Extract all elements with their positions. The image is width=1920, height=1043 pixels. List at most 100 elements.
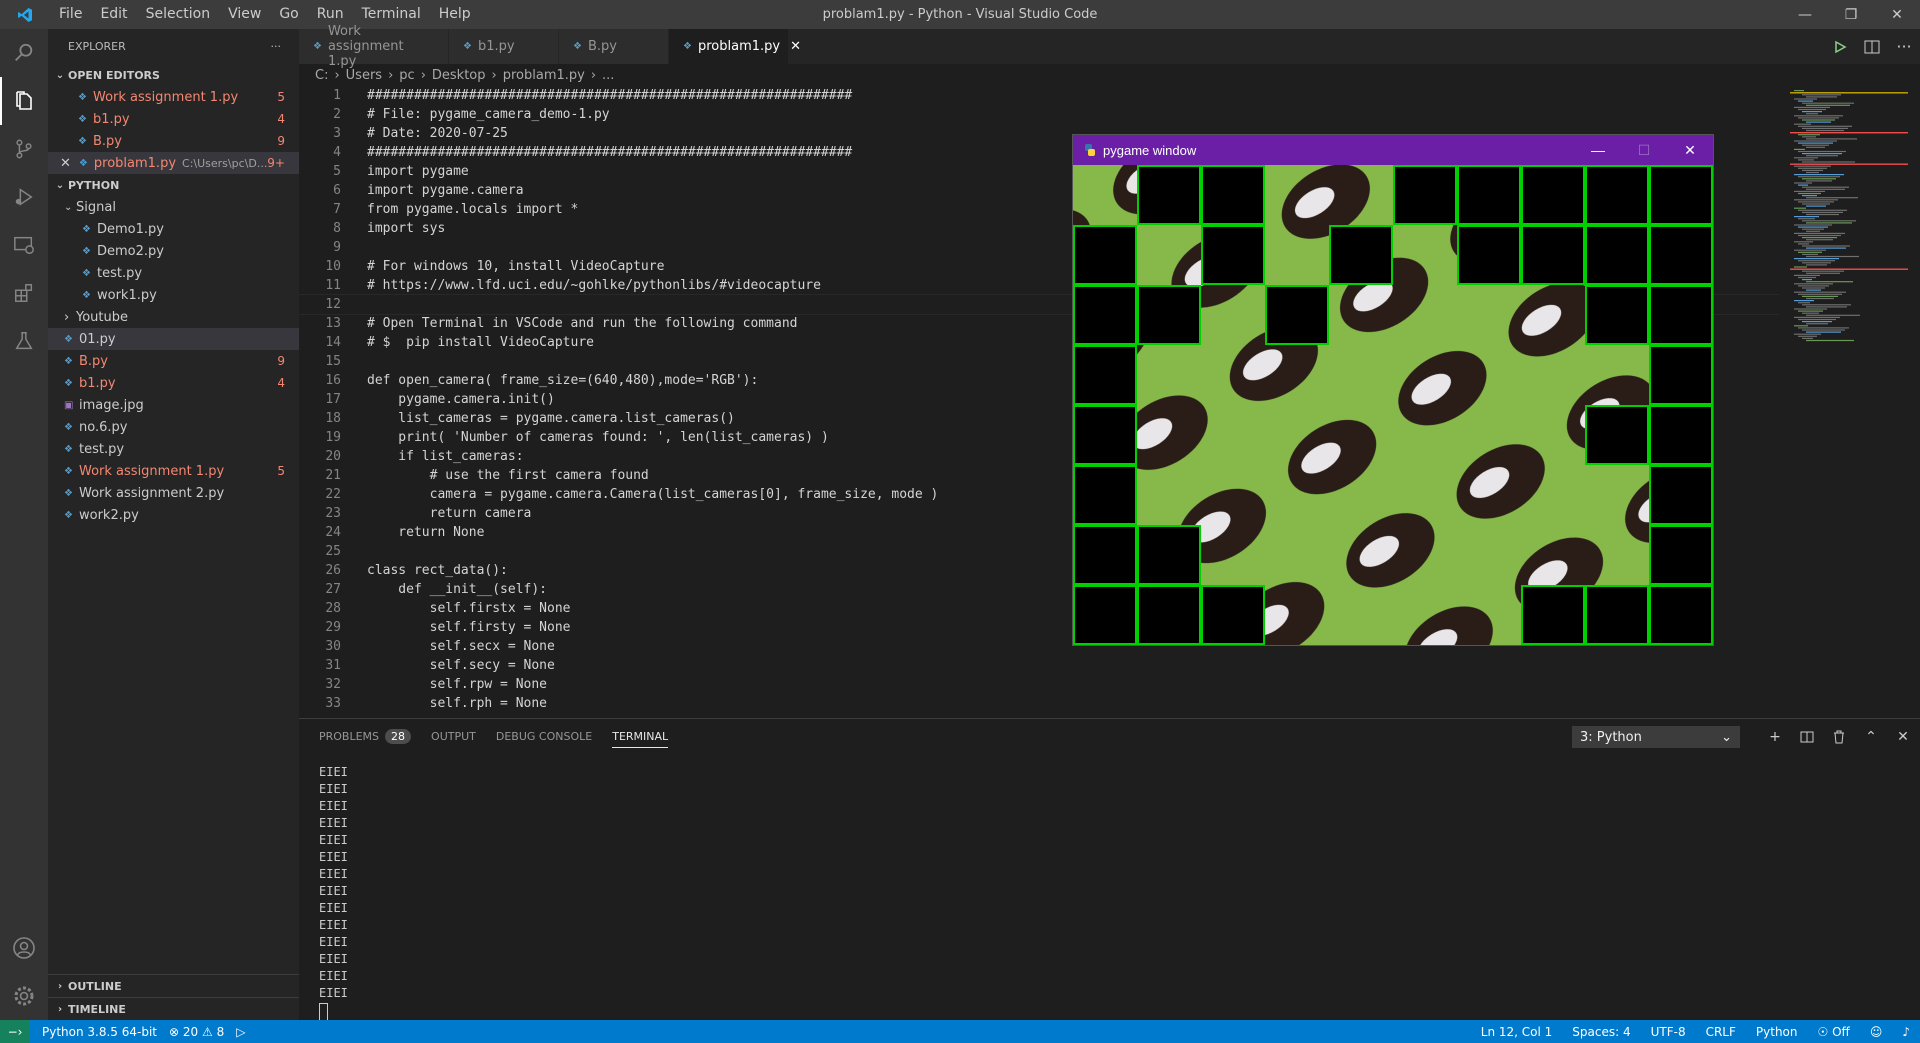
open-editor-item[interactable]: ❖ Work assignment 1.py 5 <box>48 86 299 108</box>
python-interpreter[interactable]: Python 3.8.5 64-bit <box>42 1025 157 1039</box>
breadcrumb-item[interactable]: Users <box>346 68 382 83</box>
testing-flask-icon[interactable] <box>0 317 48 365</box>
pygame-maximize-button[interactable]: ☐ <box>1621 135 1667 165</box>
editor-more-actions-icon[interactable]: ··· <box>1888 37 1920 56</box>
python-folder-header[interactable]: ⌄ PYTHON <box>48 174 299 196</box>
close-window-button[interactable]: ✕ <box>1874 0 1920 29</box>
editor-tab[interactable]: ❖ b1.py <box>449 29 559 64</box>
file-item[interactable]: ❖ work1.py <box>48 284 299 306</box>
terminal-select[interactable]: 3: Python ⌄ <box>1572 726 1740 748</box>
close-icon[interactable]: ✕ <box>60 156 71 171</box>
menu-edit[interactable]: Edit <box>91 0 136 29</box>
search-icon[interactable] <box>0 29 48 77</box>
more-actions-icon[interactable]: ··· <box>271 40 282 53</box>
terminal-output[interactable]: EIEI EIEI EIEI EIEI EIEI EIEI EIEI EIEI EIEI EIEI… <box>319 764 348 1022</box>
close-panel-icon[interactable]: ✕ <box>1887 726 1919 748</box>
code-text: return camera <box>367 506 532 521</box>
menu-file[interactable]: File <box>50 0 91 29</box>
open-editor-item[interactable]: ❖ B.py 9 <box>48 130 299 152</box>
panel-tab-output[interactable]: OUTPUT <box>431 719 476 754</box>
run-status-icon[interactable]: ▷ <box>236 1025 245 1039</box>
code-text: self.rph = None <box>367 696 548 711</box>
settings-gear-icon[interactable] <box>0 972 48 1020</box>
source-control-icon[interactable] <box>0 125 48 173</box>
minimap-line <box>1806 339 1854 342</box>
minimize-window-button[interactable]: — <box>1782 0 1828 29</box>
breadcrumb-item[interactable]: pc <box>399 68 414 83</box>
breadcrumb-item[interactable]: Desktop <box>432 68 486 83</box>
file-name: Work assignment 1.py <box>79 463 225 479</box>
menu-selection[interactable]: Selection <box>137 0 220 29</box>
file-item[interactable]: ❖ B.py 9 <box>48 350 299 372</box>
timeline-header[interactable]: › TIMELINE <box>48 997 299 1020</box>
new-terminal-icon[interactable]: + <box>1759 726 1791 748</box>
language-mode[interactable]: Python <box>1756 1025 1798 1039</box>
split-terminal-icon[interactable] <box>1791 726 1823 748</box>
remote-explorer-icon[interactable] <box>0 221 48 269</box>
menu-view[interactable]: View <box>219 0 270 29</box>
breadcrumb-item[interactable]: C: <box>315 68 328 83</box>
pygame-window-titlebar[interactable]: pygame window — ☐ ✕ <box>1073 135 1713 165</box>
file-item[interactable]: ❖ test.py <box>48 438 299 460</box>
file-item[interactable]: ❖ Demo2.py <box>48 240 299 262</box>
feedback-icon[interactable]: ☺ <box>1870 1025 1883 1039</box>
line-ending[interactable]: CRLF <box>1706 1025 1736 1039</box>
pygame-minimize-button[interactable]: — <box>1575 135 1621 165</box>
outline-header[interactable]: › OUTLINE <box>48 974 299 997</box>
open-editor-item[interactable]: ✕ ❖ problam1.py C:\Users\pc\D... 9+ <box>48 152 299 174</box>
file-item[interactable]: ❖ b1.py 4 <box>48 372 299 394</box>
open-editor-item[interactable]: ❖ b1.py 4 <box>48 108 299 130</box>
folder-item[interactable]: ⌄ Signal <box>48 196 299 218</box>
problems-status[interactable]: ⊗ 20 ⚠ 8 <box>169 1025 224 1039</box>
close-tab-icon[interactable]: ✕ <box>790 39 801 54</box>
remote-indicator-icon[interactable]: −› <box>0 1020 30 1043</box>
restore-window-button[interactable]: ❐ <box>1828 0 1874 29</box>
file-item[interactable]: ❖ Demo1.py <box>48 218 299 240</box>
panel-tab-debug-console[interactable]: DEBUG CONSOLE <box>496 719 592 754</box>
code-line[interactable]: 33 self.rph = None <box>299 694 1779 713</box>
camera-feed-canvas[interactable] <box>1073 165 1713 645</box>
code-line[interactable]: 2 # File: pygame_camera_demo-1.py <box>299 105 1779 124</box>
notifications-bell-icon[interactable]: ♪ <box>1902 1025 1910 1039</box>
breadcrumb-item[interactable]: problam1.py <box>503 68 585 83</box>
code-line[interactable]: 31 self.secy = None <box>299 656 1779 675</box>
minimap-line <box>1794 123 1811 125</box>
file-item[interactable]: ▣ image.jpg <box>48 394 299 416</box>
editor-tab[interactable]: ❖ B.py <box>559 29 669 64</box>
folder-item[interactable]: › Youtube <box>48 306 299 328</box>
file-item[interactable]: ❖ test.py <box>48 262 299 284</box>
kill-terminal-trash-icon[interactable] <box>1823 726 1855 748</box>
extensions-icon[interactable] <box>0 269 48 317</box>
code-line[interactable]: 32 self.rpw = None <box>299 675 1779 694</box>
file-item[interactable]: ❖ work2.py <box>48 504 299 526</box>
code-text: self.firstx = None <box>367 601 571 616</box>
menu-help[interactable]: Help <box>430 0 480 29</box>
maximize-panel-icon[interactable]: ⌃ <box>1855 726 1887 748</box>
code-line[interactable]: 1 #######################################… <box>299 86 1779 105</box>
accounts-icon[interactable] <box>0 924 48 972</box>
minimap-line <box>1798 134 1820 136</box>
split-editor-icon[interactable] <box>1856 40 1888 54</box>
file-item[interactable]: ❖ 01.py <box>48 328 299 350</box>
breadcrumb-item[interactable]: ... <box>602 68 614 83</box>
panel-tab-terminal[interactable]: TERMINAL <box>612 719 668 754</box>
menu-go[interactable]: Go <box>270 0 307 29</box>
pygame-close-button[interactable]: ✕ <box>1667 135 1713 165</box>
cursor-position[interactable]: Ln 12, Col 1 <box>1481 1025 1553 1039</box>
file-item[interactable]: ❖ no.6.py <box>48 416 299 438</box>
panel-tab-problems[interactable]: PROBLEMS 28 <box>319 719 412 754</box>
file-item[interactable]: ❖ Work assignment 1.py 5 <box>48 460 299 482</box>
explorer-files-icon[interactable] <box>0 77 48 125</box>
minimap-line <box>1794 190 1825 192</box>
run-debug-icon[interactable] <box>0 173 48 221</box>
pygame-window[interactable]: pygame window — ☐ ✕ <box>1072 134 1714 646</box>
editor-tab[interactable]: ❖ problam1.py ✕ <box>669 29 801 64</box>
open-editors-header[interactable]: ⌄ OPEN EDITORS <box>48 64 299 86</box>
live-share-status[interactable]: ☉ Off <box>1818 1025 1850 1039</box>
minimap[interactable] <box>1790 86 1910 718</box>
run-python-file-icon[interactable] <box>1824 40 1856 54</box>
indentation[interactable]: Spaces: 4 <box>1572 1025 1630 1039</box>
editor-tab[interactable]: ❖ Work assignment 1.py <box>299 24 449 69</box>
encoding[interactable]: UTF-8 <box>1651 1025 1686 1039</box>
file-item[interactable]: ❖ Work assignment 2.py <box>48 482 299 504</box>
